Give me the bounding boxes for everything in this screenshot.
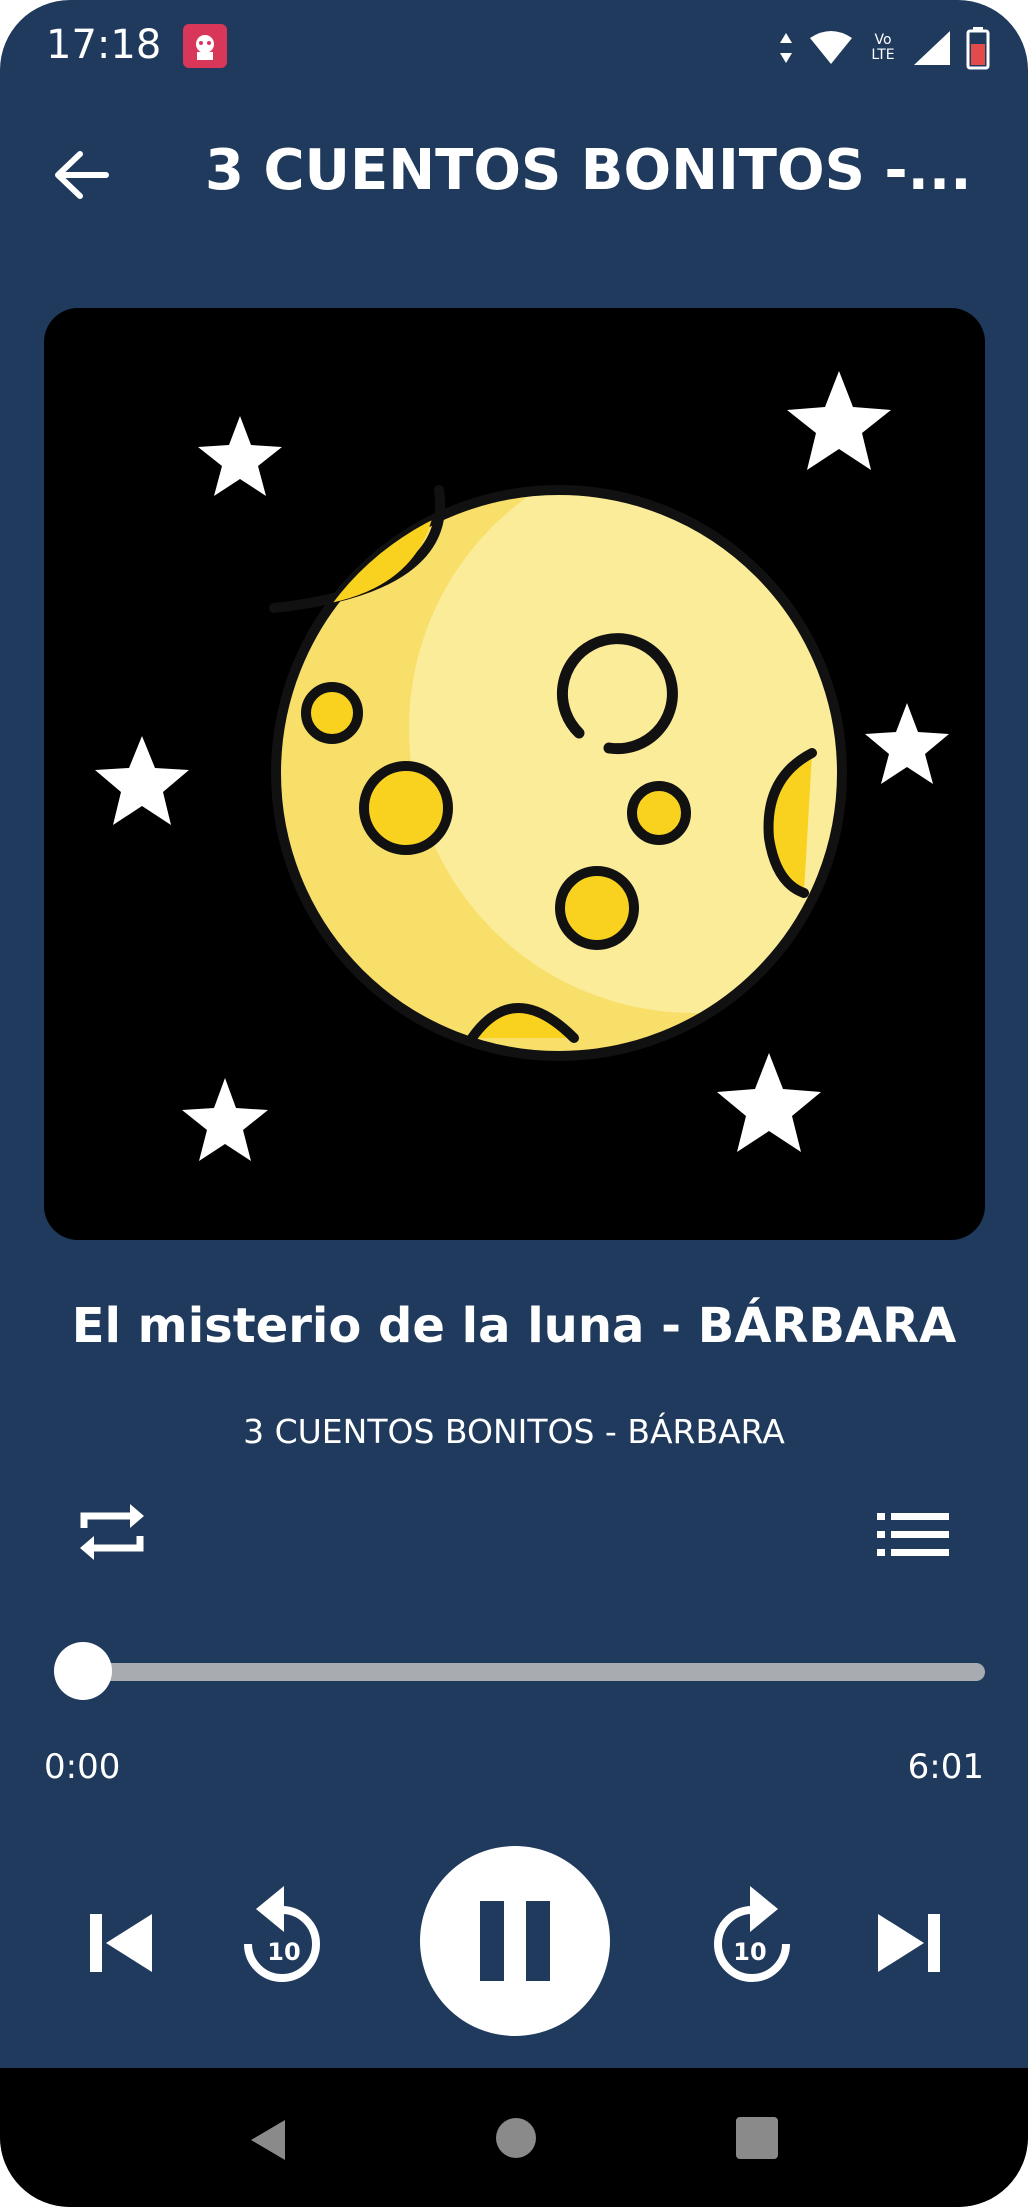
nav-recents-icon[interactable]	[736, 2117, 778, 2159]
status-icons: Vo LTE	[778, 24, 990, 72]
moon-illustration	[95, 371, 949, 1161]
pause-button[interactable]	[420, 1846, 610, 2036]
phone-screen: 17:18 Vo LTE 3 CUENTOS BONITOS -... El m…	[0, 0, 1028, 2207]
repeat-button[interactable]	[70, 1490, 154, 1574]
forward-10-icon: 10	[714, 1886, 790, 1982]
status-time: 17:18	[46, 22, 162, 68]
album-artwork	[44, 308, 985, 1240]
app-header: 3 CUENTOS BONITOS -...	[0, 120, 1028, 230]
nav-back-icon[interactable]	[245, 2116, 293, 2164]
rewind-button[interactable]: 10	[230, 1880, 334, 1990]
wifi-icon	[808, 30, 854, 66]
replay-10-icon: 10	[244, 1886, 320, 1982]
seek-bar[interactable]	[44, 1640, 985, 1700]
notification-app-icon	[183, 24, 227, 68]
seek-track	[64, 1663, 985, 1681]
queue-list-icon	[877, 1513, 949, 1556]
volte-icon: Vo LTE	[868, 33, 898, 63]
nav-home-icon[interactable]	[496, 2118, 536, 2158]
volte-label: Vo LTE	[871, 32, 895, 63]
skip-next-icon	[878, 1914, 940, 1972]
forward-button[interactable]: 10	[700, 1880, 804, 1990]
forward-seconds-label: 10	[733, 1938, 766, 1966]
previous-button[interactable]	[86, 1910, 156, 1976]
skip-previous-icon	[90, 1914, 152, 1972]
album-name: 3 CUENTOS BONITOS - BÁRBARA	[243, 1412, 785, 1451]
repeat-icon	[80, 1504, 144, 1560]
arrow-left-icon	[55, 151, 109, 199]
rewind-seconds-label: 10	[267, 1938, 300, 1966]
status-bar: 17:18 Vo LTE	[0, 0, 1028, 100]
seek-thumb[interactable]	[54, 1642, 112, 1700]
playlist-button[interactable]	[873, 1505, 953, 1565]
total-time: 6:01	[907, 1747, 984, 1787]
pause-icon	[480, 1901, 550, 1981]
next-button[interactable]	[874, 1910, 944, 1976]
signal-icon	[912, 29, 952, 67]
track-title: El misterio de la luna - BÁRBARA	[71, 1298, 957, 1354]
data-arrows-icon	[778, 31, 794, 65]
current-time: 0:00	[44, 1747, 121, 1787]
back-button[interactable]	[46, 140, 116, 210]
battery-icon	[966, 26, 990, 70]
system-nav-bar	[0, 2068, 1028, 2207]
page-title: 3 CUENTOS BONITOS -...	[205, 138, 972, 203]
